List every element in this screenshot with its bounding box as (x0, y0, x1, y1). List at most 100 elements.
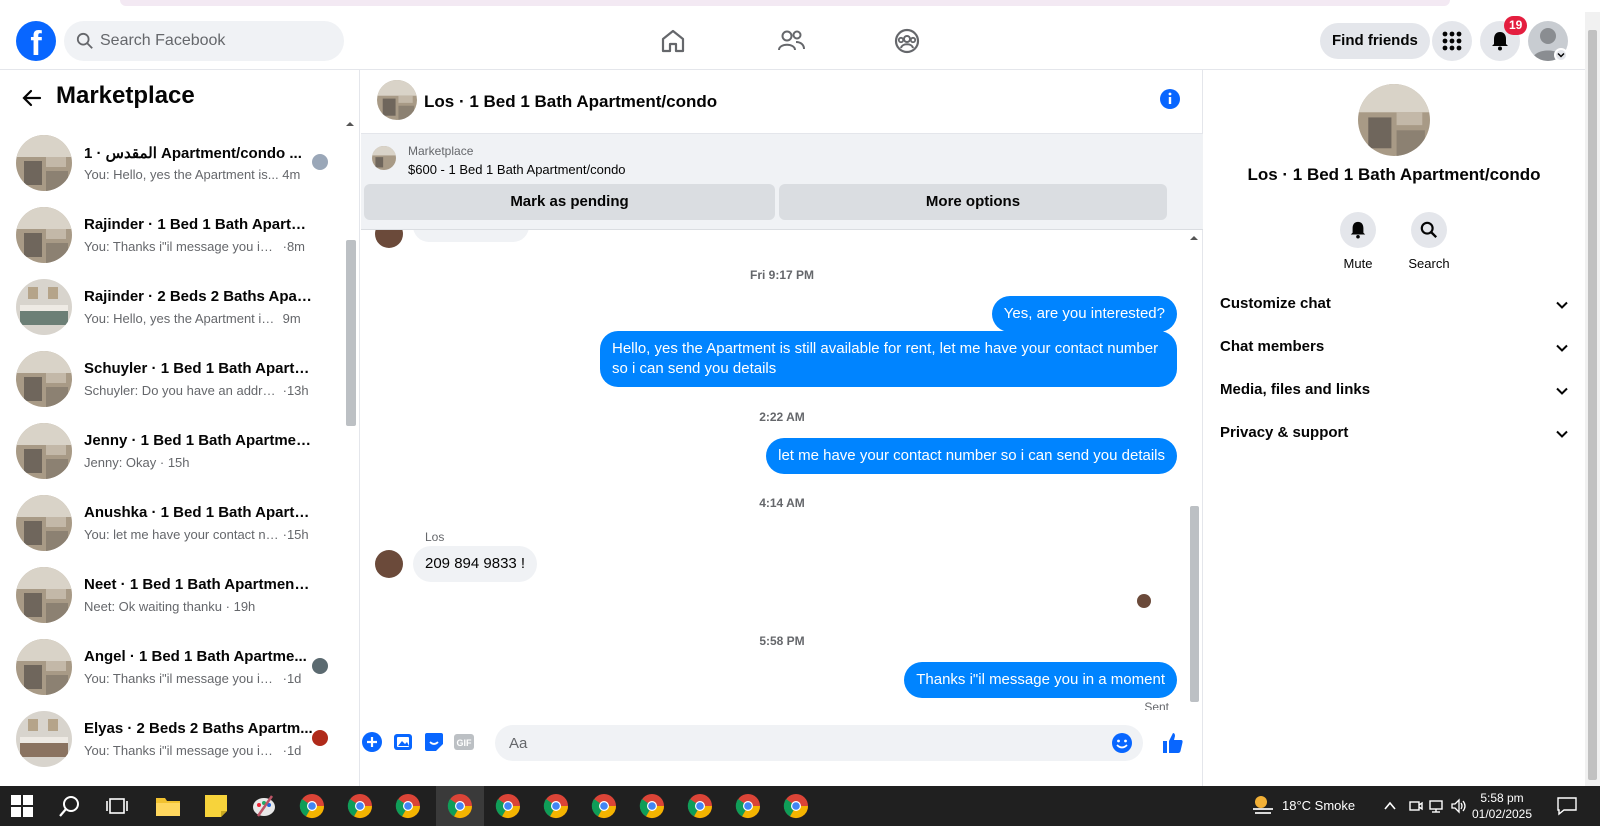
seen-receipt-avatar (1137, 594, 1151, 608)
conversation-item[interactable]: المقدس · 1 Apartment/condo ... You: Hell… (0, 131, 340, 203)
conversation-title: Rajinder · 1 Bed 1 Bath Apartme... (84, 216, 314, 233)
chevron-down-icon (1556, 344, 1568, 352)
friends-icon[interactable] (776, 26, 806, 56)
scroll-up-icon[interactable] (344, 120, 356, 128)
chrome-profile-icon[interactable] (494, 792, 522, 820)
listing-price-title[interactable]: $600 - 1 Bed 1 Bath Apartment/condo (408, 162, 626, 177)
thread-scrollbar[interactable] (1187, 230, 1201, 710)
outgoing-message[interactable]: Yes, are you interested? (991, 296, 1177, 332)
read-receipt-avatar (312, 658, 328, 674)
outgoing-message[interactable]: Thanks i"il message you in a moment (904, 662, 1177, 698)
chevron-up-icon[interactable] (1382, 798, 1398, 814)
sticky-notes-icon[interactable] (202, 792, 230, 820)
conversation-title: Angel · 1 Bed 1 Bath Apartme... (84, 648, 307, 665)
outgoing-message[interactable]: let me have your contact number so i can… (766, 438, 1177, 474)
page-scroll-thumb[interactable] (1588, 30, 1597, 780)
menu-button[interactable] (1432, 21, 1472, 61)
sticker-icon[interactable] (423, 731, 445, 753)
sidebar-scroll-thumb[interactable] (346, 240, 356, 426)
chrome-profile-icon[interactable] (734, 792, 762, 820)
find-friends-button[interactable]: Find friends (1320, 23, 1430, 59)
network-icon[interactable] (1428, 798, 1446, 814)
top-navigation-bar: f Find friends 19 (0, 12, 1585, 70)
conversation-item[interactable]: Angel · 1 Bed 1 Bath Apartme... You: Tha… (0, 635, 340, 707)
chrome-profile-icon[interactable] (590, 792, 618, 820)
chrome-profile-icon[interactable] (542, 792, 570, 820)
chrome-profile-icon[interactable] (298, 792, 326, 820)
home-icon[interactable] (658, 26, 688, 56)
chrome-profile-icon[interactable] (686, 792, 714, 820)
listing-thumbnail (16, 207, 72, 263)
search-label: Search (1408, 256, 1450, 271)
volume-icon[interactable] (1450, 798, 1468, 814)
chat-listing-thumbnail[interactable] (377, 80, 417, 120)
more-options-button[interactable]: More options (779, 184, 1167, 220)
groups-icon[interactable] (892, 26, 922, 56)
read-receipt-avatar (312, 730, 328, 746)
sender-name: Los (425, 530, 445, 544)
listing-thumbnail (16, 279, 72, 335)
media-files-links-section[interactable]: Media, files and links (1220, 371, 1570, 411)
emoji-icon[interactable] (1111, 732, 1133, 754)
incoming-message[interactable]: 209 894 9833 ! (413, 546, 538, 582)
thumbs-up-icon[interactable] (1161, 731, 1185, 755)
message-input-box[interactable] (495, 725, 1143, 761)
chat-members-section[interactable]: Chat members (1220, 328, 1570, 368)
facebook-logo-icon[interactable]: f (16, 21, 56, 61)
chat-title[interactable]: Los · 1 Bed 1 Bath Apartment/condo (424, 92, 717, 112)
read-receipt-avatar (312, 154, 328, 170)
system-clock[interactable]: 5:58 pm 01/02/2025 (1468, 790, 1536, 822)
section-label: Customize chat (1220, 295, 1331, 312)
conversation-title: Anushka · 1 Bed 1 Bath Apartme... (84, 504, 314, 521)
gif-icon[interactable]: GIF (453, 731, 475, 753)
search-in-conversation-button[interactable]: Search (1399, 212, 1459, 271)
listing-mini-thumbnail (372, 146, 396, 170)
chrome-profile-icon[interactable] (394, 792, 422, 820)
marketplace-label: Marketplace (408, 144, 474, 158)
back-arrow-icon[interactable] (20, 86, 44, 110)
thread-scroll-thumb[interactable] (1190, 506, 1199, 702)
mute-button[interactable]: Mute (1328, 212, 1388, 271)
conversation-item[interactable]: Jenny · 1 Bed 1 Bath Apartment/... Jenny… (0, 419, 340, 491)
privacy-support-section[interactable]: Privacy & support (1220, 414, 1570, 454)
taskbar-search-icon[interactable] (58, 794, 82, 818)
sidebar-scrollbar[interactable] (344, 120, 356, 786)
sender-avatar[interactable] (375, 550, 403, 578)
notification-center-icon[interactable] (1556, 796, 1578, 816)
file-explorer-icon[interactable] (154, 792, 182, 820)
conversation-item[interactable]: Schuyler · 1 Bed 1 Bath Apartme... Schuy… (0, 347, 340, 419)
account-chevron-down-icon[interactable] (1554, 48, 1568, 62)
page-scrollbar[interactable] (1585, 12, 1600, 786)
conversation-item[interactable]: Rajinder · 2 Beds 2 Baths Apart... You: … (0, 275, 340, 347)
message-input[interactable] (509, 725, 1089, 761)
chrome-profile-icon[interactable] (346, 792, 374, 820)
photo-icon[interactable] (393, 731, 415, 753)
search-box[interactable] (64, 21, 344, 61)
conversation-preview: You: Thanks i"il message you in ... ·1d (84, 743, 302, 758)
add-circle-icon[interactable] (361, 731, 383, 753)
listing-thumbnail (16, 711, 72, 767)
listing-profile-photo[interactable] (1358, 84, 1430, 156)
weather-haze-icon[interactable] (1250, 793, 1276, 819)
conversation-item[interactable]: Anushka · 1 Bed 1 Bath Apartme... You: l… (0, 491, 340, 563)
conversation-item[interactable]: Neet · 1 Bed 1 Bath Apartment/c... Neet:… (0, 563, 340, 635)
chrome-profile-icon[interactable] (638, 792, 666, 820)
message-timestamp: Fri 9:17 PM (749, 268, 815, 282)
chrome-profile-icon[interactable] (782, 792, 810, 820)
weather-text[interactable]: 18°C Smoke (1282, 798, 1355, 813)
meet-now-icon[interactable] (1408, 798, 1424, 814)
conversation-title: Schuyler · 1 Bed 1 Bath Apartme... (84, 360, 314, 377)
conversation-item[interactable]: Elyas · 2 Beds 2 Baths Apartm... You: Th… (0, 707, 340, 779)
chrome-profile-icon[interactable] (446, 792, 474, 820)
clock-date: 01/02/2025 (1471, 807, 1533, 821)
windows-start-icon[interactable] (10, 794, 34, 818)
mark-as-pending-button[interactable]: Mark as pending (364, 184, 775, 220)
info-icon[interactable] (1159, 88, 1181, 110)
task-view-icon[interactable] (106, 795, 128, 817)
conversation-item[interactable]: Rajinder · 1 Bed 1 Bath Apartme... You: … (0, 203, 340, 275)
search-input[interactable] (100, 21, 335, 61)
scroll-up-icon[interactable] (1187, 234, 1201, 242)
paint-icon[interactable] (250, 792, 278, 820)
customize-chat-section[interactable]: Customize chat (1220, 285, 1570, 325)
outgoing-message[interactable]: Hello, yes the Apartment is still availa… (600, 331, 1177, 387)
